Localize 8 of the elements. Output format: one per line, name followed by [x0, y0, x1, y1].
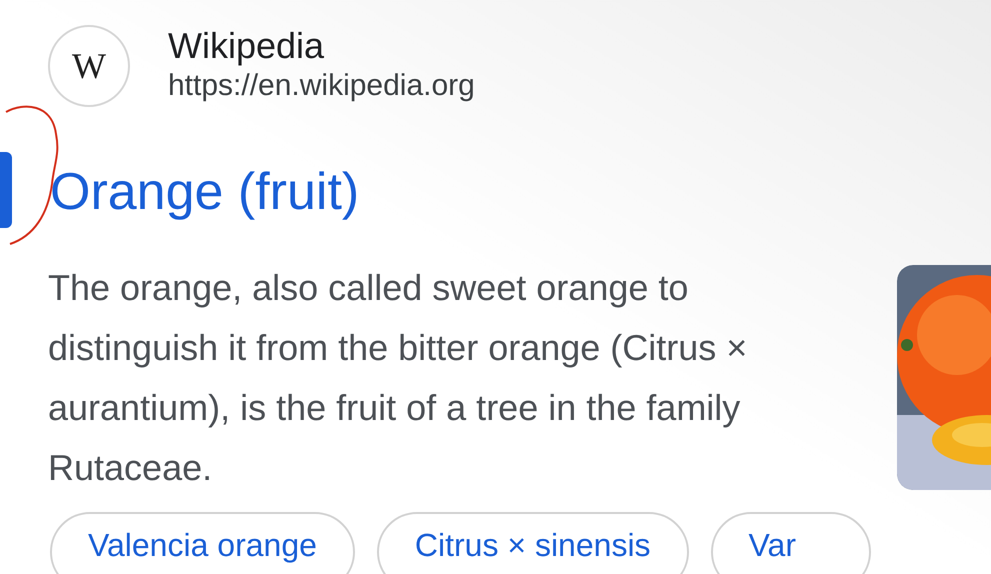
search-chip[interactable]: Var [710, 512, 871, 574]
site-logo: W [48, 25, 130, 107]
result-title-link[interactable]: Orange (fruit) [50, 160, 360, 224]
search-chip[interactable]: Citrus × sinensis [376, 512, 689, 574]
site-name: Wikipedia [168, 26, 326, 66]
search-chip[interactable]: Valencia orange [50, 512, 355, 574]
result-snippet: The orange, also called sweet orange to distinguish it from the bitter orange (Citrus × aurantium), is the fruit of a tree in the family Rutaceae. [48, 266, 748, 490]
site-url: https://en.wikipedia.org [168, 68, 475, 104]
